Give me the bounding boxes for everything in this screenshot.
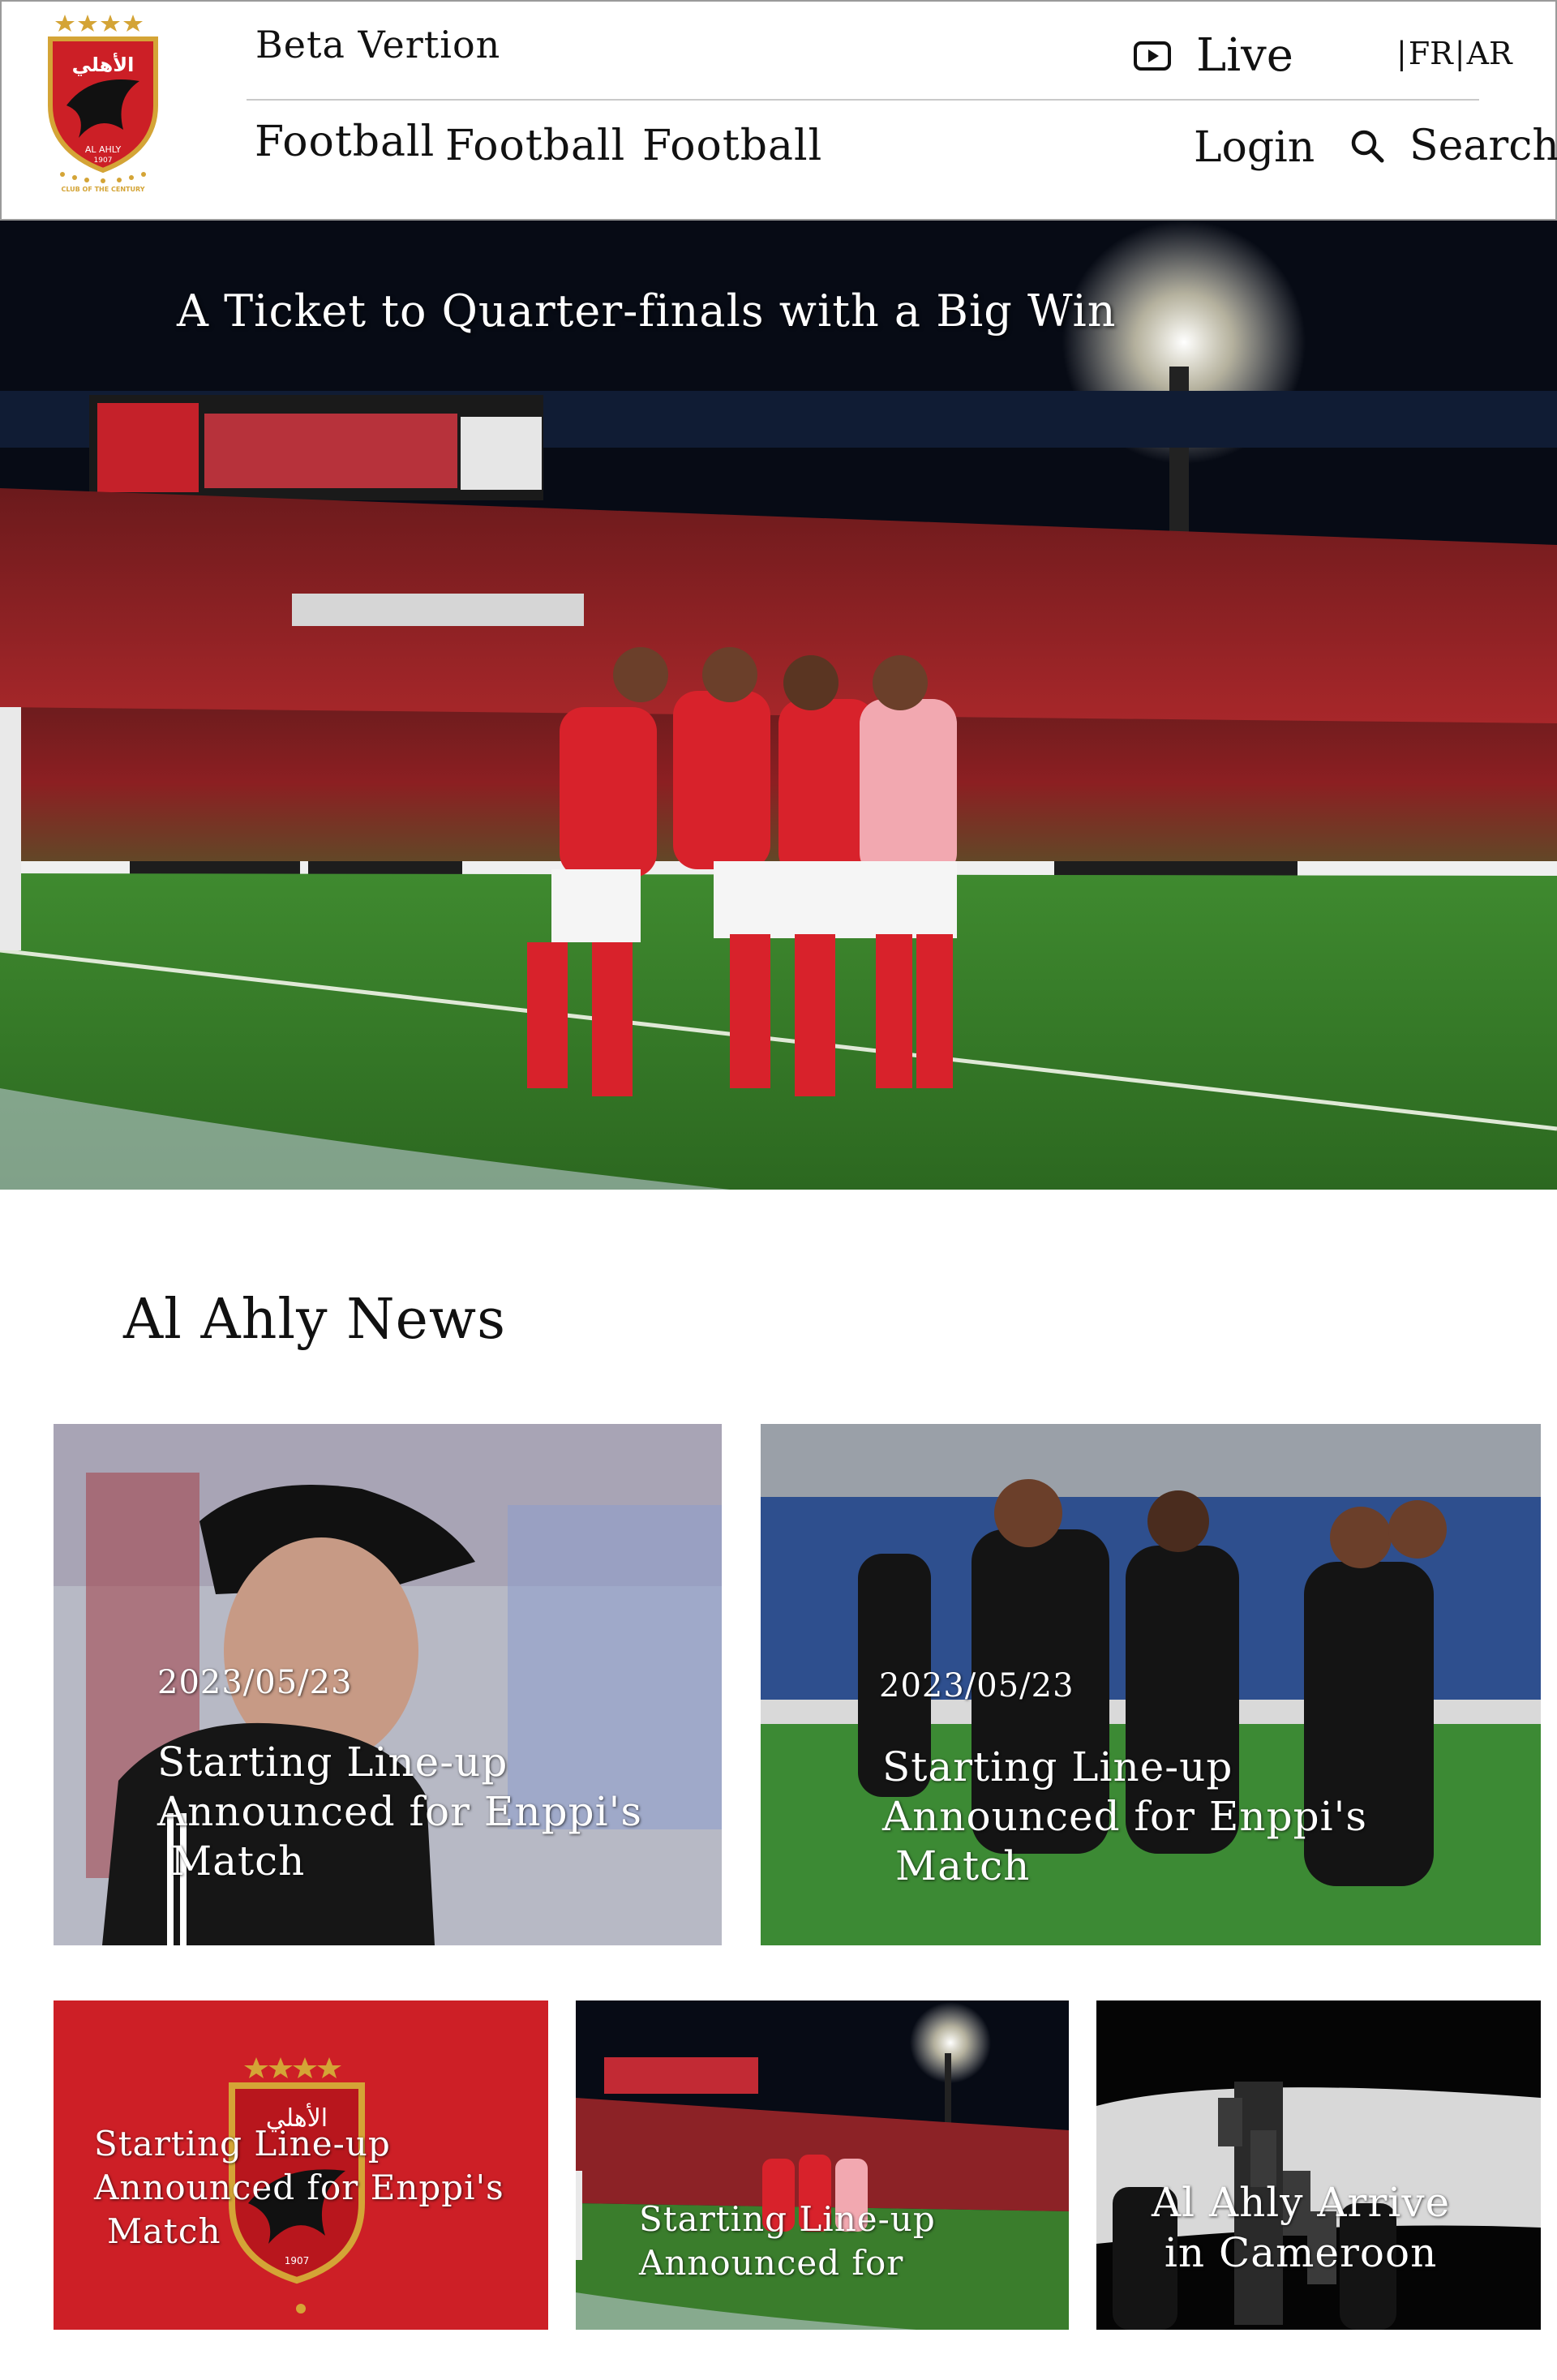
news-card-title-line: Starting Line-up — [157, 1739, 508, 1786]
live-link[interactable]: Live — [1133, 29, 1293, 82]
news-card-title-line: Announced for Enppi's — [94, 2168, 504, 2207]
al-ahly-logo[interactable]: الأهلي AL AHLY 1907 CLUB OF THE CENTURY — [42, 8, 164, 195]
news-card-title-line: Starting Line-up — [94, 2124, 391, 2163]
news-card-title-line: Announced for Enppi's — [882, 1793, 1368, 1840]
lang-separator: | — [1454, 36, 1465, 71]
lang-ar[interactable]: AR — [1467, 36, 1512, 71]
news-card[interactable]: 2023/05/23 Starting Line-up Announced fo… — [54, 1424, 722, 1945]
news-card[interactable]: 2023/05/23 Starting Line-up Announced fo… — [761, 1424, 1541, 1945]
news-card-title[interactable]: Starting Line-up Announced for Enppi's M… — [157, 1738, 642, 1886]
news-card-title[interactable]: Starting Line-up Announced for Enppi's M… — [94, 2122, 504, 2253]
news-card-title-line: Match — [170, 1838, 306, 1885]
svg-text:1907: 1907 — [94, 157, 113, 165]
news-card-title-line: Announced for — [639, 2243, 904, 2283]
site-header: الأهلي AL AHLY 1907 CLUB OF THE CENTURY … — [0, 0, 1557, 221]
news-section-title: Al Ahly News — [123, 1288, 506, 1352]
news-card-title-line: Match — [107, 2211, 221, 2251]
news-card-title-line: Starting Line-up — [882, 1743, 1233, 1790]
search-icon — [1351, 130, 1384, 163]
news-card-title-line: Al Ahly Arrive — [1152, 2179, 1451, 2226]
language-switcher: | FR | AR — [1396, 36, 1512, 71]
news-card-title[interactable]: Starting Line-up Announced for — [639, 2198, 936, 2285]
hero-banner[interactable]: A Ticket to Quarter-finals with a Big Wi… — [0, 221, 1557, 1190]
beta-label: Beta Vertion — [255, 23, 501, 66]
news-card[interactable]: الأهلي 1907 Starting Line-up Announced f… — [54, 2000, 548, 2330]
news-card-title[interactable]: Al Ahly Arrive in Cameroon — [1152, 2177, 1450, 2278]
live-label: Live — [1196, 29, 1293, 82]
header-divider — [247, 99, 1479, 101]
news-card-title[interactable]: Starting Line-up Announced for Enppi's M… — [882, 1743, 1367, 1891]
news-card-date: 2023/05/23 — [157, 1664, 353, 1701]
news-card-title-line: Announced for Enppi's — [157, 1788, 643, 1835]
news-card-title-line: Starting Line-up — [639, 2199, 936, 2239]
login-link[interactable]: Login — [1194, 123, 1315, 172]
lang-separator: | — [1396, 36, 1407, 71]
news-card-title-line: in Cameroon — [1164, 2229, 1438, 2276]
nav-item-football-3[interactable]: Football — [642, 122, 822, 170]
svg-text:1907: 1907 — [285, 2255, 310, 2266]
nav-item-football-1[interactable]: Football — [255, 118, 435, 166]
svg-text:CLUB OF THE CENTURY: CLUB OF THE CENTURY — [61, 186, 144, 193]
play-icon — [1134, 41, 1171, 71]
search-label: Search — [1409, 122, 1557, 170]
news-card-image — [1096, 2000, 1541, 2330]
lang-fr[interactable]: FR — [1409, 36, 1453, 71]
news-card-title-line: Match — [895, 1842, 1031, 1889]
svg-text:AL AHLY: AL AHLY — [85, 144, 122, 155]
news-card[interactable]: Starting Line-up Announced for — [576, 2000, 1069, 2330]
search-link[interactable]: Search — [1349, 122, 1557, 170]
news-card[interactable]: Al Ahly Arrive in Cameroon — [1096, 2000, 1541, 2330]
news-card-date: 2023/05/23 — [879, 1667, 1074, 1705]
nav-item-football-2[interactable]: Football — [445, 122, 625, 170]
hero-image — [0, 221, 1557, 1190]
svg-text:الأهلي: الأهلي — [72, 53, 135, 76]
hero-title[interactable]: A Ticket to Quarter-finals with a Big Wi… — [177, 285, 1117, 337]
